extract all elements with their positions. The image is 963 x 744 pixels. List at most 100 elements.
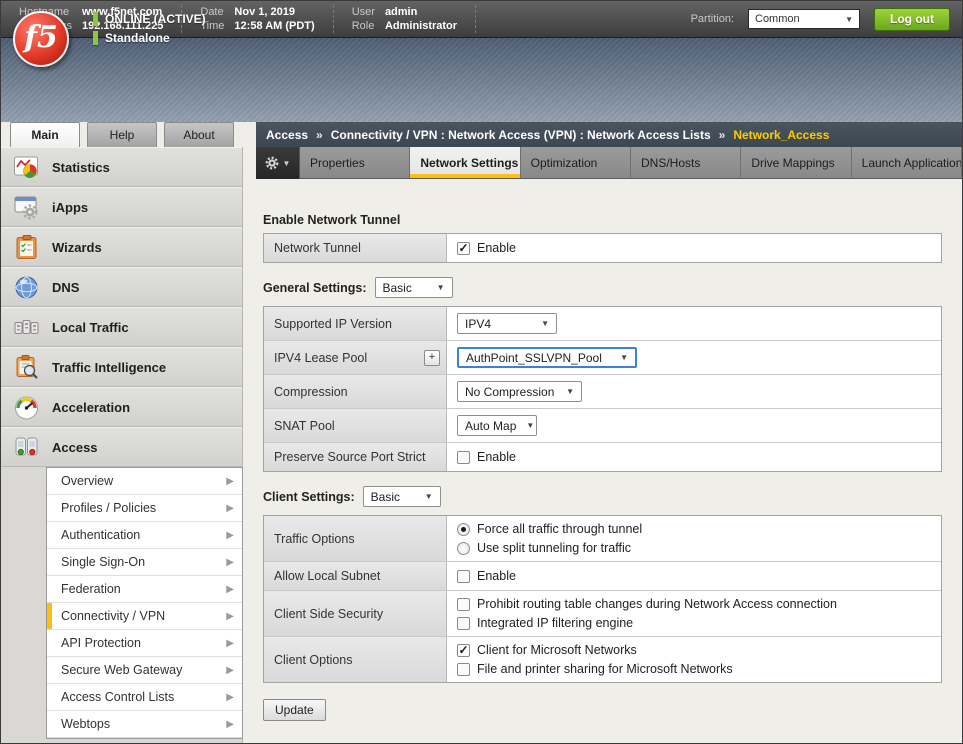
chevron-right-icon: ▶ [226, 503, 234, 514]
general-settings-mode-select[interactable]: Basic ▼ [375, 277, 453, 298]
table-row: Traffic Options Force all traffic throug… [264, 516, 941, 562]
table-row: IPV4 Lease Pool + AuthPoint_SSLVPN_Pool … [264, 341, 941, 375]
add-lease-pool-button[interactable]: + [424, 350, 440, 366]
f5-admin-window: Hostname www.f5net.com IP Address 192.16… [0, 0, 963, 744]
sidebar-item-local-traffic[interactable]: Local Traffic [1, 307, 242, 347]
general-settings-header: General Settings: Basic ▼ [263, 277, 940, 298]
allow-local-subnet-label: Allow Local Subnet [264, 562, 447, 590]
submenu-item-federation[interactable]: Federation▶ [47, 576, 242, 603]
sidebar-item-label: Acceleration [52, 400, 130, 415]
checkbox-label: Enable [477, 241, 516, 255]
supported-ip-version-select[interactable]: IPV4 ▼ [457, 313, 557, 334]
snat-pool-label: SNAT Pool [264, 409, 447, 442]
tab-optimization[interactable]: Optimization [521, 147, 631, 178]
topbar-divider [475, 5, 476, 33]
chevron-right-icon: ▶ [226, 665, 234, 676]
client-settings-mode-select[interactable]: Basic ▼ [363, 486, 441, 507]
chevron-right-icon: ▶ [226, 530, 234, 541]
tab-help[interactable]: Help [87, 122, 157, 147]
split-tunneling-radio[interactable] [457, 542, 470, 555]
partition-select[interactable]: Common ▼ [748, 9, 860, 29]
update-button[interactable]: Update [263, 699, 326, 721]
options-gear-button[interactable]: ▼ [256, 147, 300, 179]
tab-network-settings[interactable]: Network Settings [410, 147, 520, 178]
traffic-options-label: Traffic Options [264, 516, 447, 561]
client-options-label: Client Options [264, 637, 447, 682]
tab-properties[interactable]: Properties [300, 147, 410, 178]
snat-pool-select[interactable]: Auto Map ▼ [457, 415, 537, 436]
chevron-right-icon: ▶ [226, 557, 234, 568]
breadcrumb-root[interactable]: Access [266, 128, 308, 142]
time-value: 12:58 AM (PDT) [234, 20, 314, 33]
allow-local-subnet-checkbox[interactable] [457, 570, 470, 583]
gear-icon [265, 156, 279, 170]
logout-button[interactable]: Log out [874, 8, 950, 31]
general-settings-heading: General Settings: [263, 281, 367, 295]
submenu-item-secure-web-gateway[interactable]: Secure Web Gateway▶ [47, 657, 242, 684]
sidebar-item-label: Statistics [52, 160, 110, 175]
submenu-item-profiles-policies[interactable]: Profiles / Policies▶ [47, 495, 242, 522]
sidebar-item-statistics[interactable]: Statistics [1, 147, 242, 187]
checkbox-label: Enable [477, 569, 516, 583]
f5-logo[interactable]: f5 [13, 11, 69, 67]
table-row: SNAT Pool Auto Map ▼ [264, 409, 941, 443]
tab-drive-mappings[interactable]: Drive Mappings [741, 147, 851, 178]
sidebar-item-label: Traffic Intelligence [52, 360, 166, 375]
prohibit-routing-changes-checkbox[interactable] [457, 598, 470, 611]
status-indicator-icon [93, 12, 98, 26]
role-value: Administrator [385, 20, 457, 33]
ipv4-lease-pool-select[interactable]: AuthPoint_SSLVPN_Pool ▼ [457, 347, 637, 368]
device-status: ONLINE (ACTIVE) Standalone [93, 12, 206, 50]
local-traffic-servers-icon [13, 314, 40, 341]
chevron-down-icon: ▼ [526, 421, 534, 430]
main-nav-tabs: Main Help About [1, 122, 243, 147]
submenu-item-access-control-lists[interactable]: Access Control Lists▶ [47, 684, 242, 711]
tab-main[interactable]: Main [10, 122, 80, 147]
compression-select[interactable]: No Compression ▼ [457, 381, 582, 402]
online-status: ONLINE (ACTIVE) [105, 12, 206, 26]
submenu-item-authentication[interactable]: Authentication▶ [47, 522, 242, 549]
tab-launch-applications[interactable]: Launch Applications [852, 147, 962, 178]
sidebar-item-label: Local Traffic [52, 320, 129, 335]
checkbox-label: File and printer sharing for Microsoft N… [477, 662, 733, 676]
breadcrumb-current[interactable]: Network_Access [733, 128, 829, 142]
table-row: Client Side Security Prohibit routing ta… [264, 591, 941, 637]
submenu-item-overview[interactable]: Overview▶ [47, 468, 242, 495]
sidebar-item-traffic-intelligence[interactable]: Traffic Intelligence [1, 347, 242, 387]
role-label: Role [352, 20, 375, 33]
file-printer-sharing-checkbox[interactable] [457, 663, 470, 676]
submenu-item-webtops[interactable]: Webtops▶ [47, 711, 242, 738]
client-settings-header: Client Settings: Basic ▼ [263, 486, 940, 507]
sidebar-item-acceleration[interactable]: Acceleration [1, 387, 242, 427]
breadcrumb-separator: » [719, 128, 726, 142]
tab-about[interactable]: About [164, 122, 234, 147]
date-value: Nov 1, 2019 [234, 6, 314, 19]
sidebar-item-iapps[interactable]: iApps [1, 187, 242, 227]
submenu-item-api-protection[interactable]: API Protection▶ [47, 630, 242, 657]
submenu-item-connectivity-vpn[interactable]: Connectivity / VPN▶ [47, 603, 242, 630]
status-indicator-icon [93, 31, 98, 45]
sidebar-item-dns[interactable]: DNS [1, 267, 242, 307]
submenu-item-single-sign-on[interactable]: Single Sign-On▶ [47, 549, 242, 576]
tab-dns-hosts[interactable]: DNS/Hosts [631, 147, 741, 178]
acceleration-gauge-icon [13, 394, 40, 421]
force-all-traffic-radio[interactable] [457, 523, 470, 536]
client-for-microsoft-networks-checkbox[interactable] [457, 644, 470, 657]
integrated-ip-filtering-checkbox[interactable] [457, 617, 470, 630]
client-settings-heading: Client Settings: [263, 490, 355, 504]
dns-globe-icon [13, 274, 40, 301]
network-tunnel-enable-checkbox[interactable] [457, 242, 470, 255]
chevron-right-icon: ▶ [226, 611, 234, 622]
sidebar-item-wizards[interactable]: Wizards [1, 227, 242, 267]
table-row: Network Tunnel Enable [264, 234, 941, 262]
network-tunnel-label: Network Tunnel [264, 234, 447, 262]
preserve-source-port-strict-checkbox[interactable] [457, 451, 470, 464]
chevron-down-icon: ▼ [425, 492, 433, 501]
section-title-enable-network-tunnel: Enable Network Tunnel [263, 213, 940, 227]
sidebar-item-access[interactable]: Access [1, 427, 242, 467]
main-content: Enable Network Tunnel Network Tunnel Ena… [243, 179, 962, 743]
breadcrumb-path[interactable]: Connectivity / VPN : Network Access (VPN… [331, 128, 711, 142]
table-row: Client Options Client for Microsoft Netw… [264, 637, 941, 682]
chevron-down-icon: ▼ [437, 283, 445, 292]
client-side-security-label: Client Side Security [264, 591, 447, 636]
